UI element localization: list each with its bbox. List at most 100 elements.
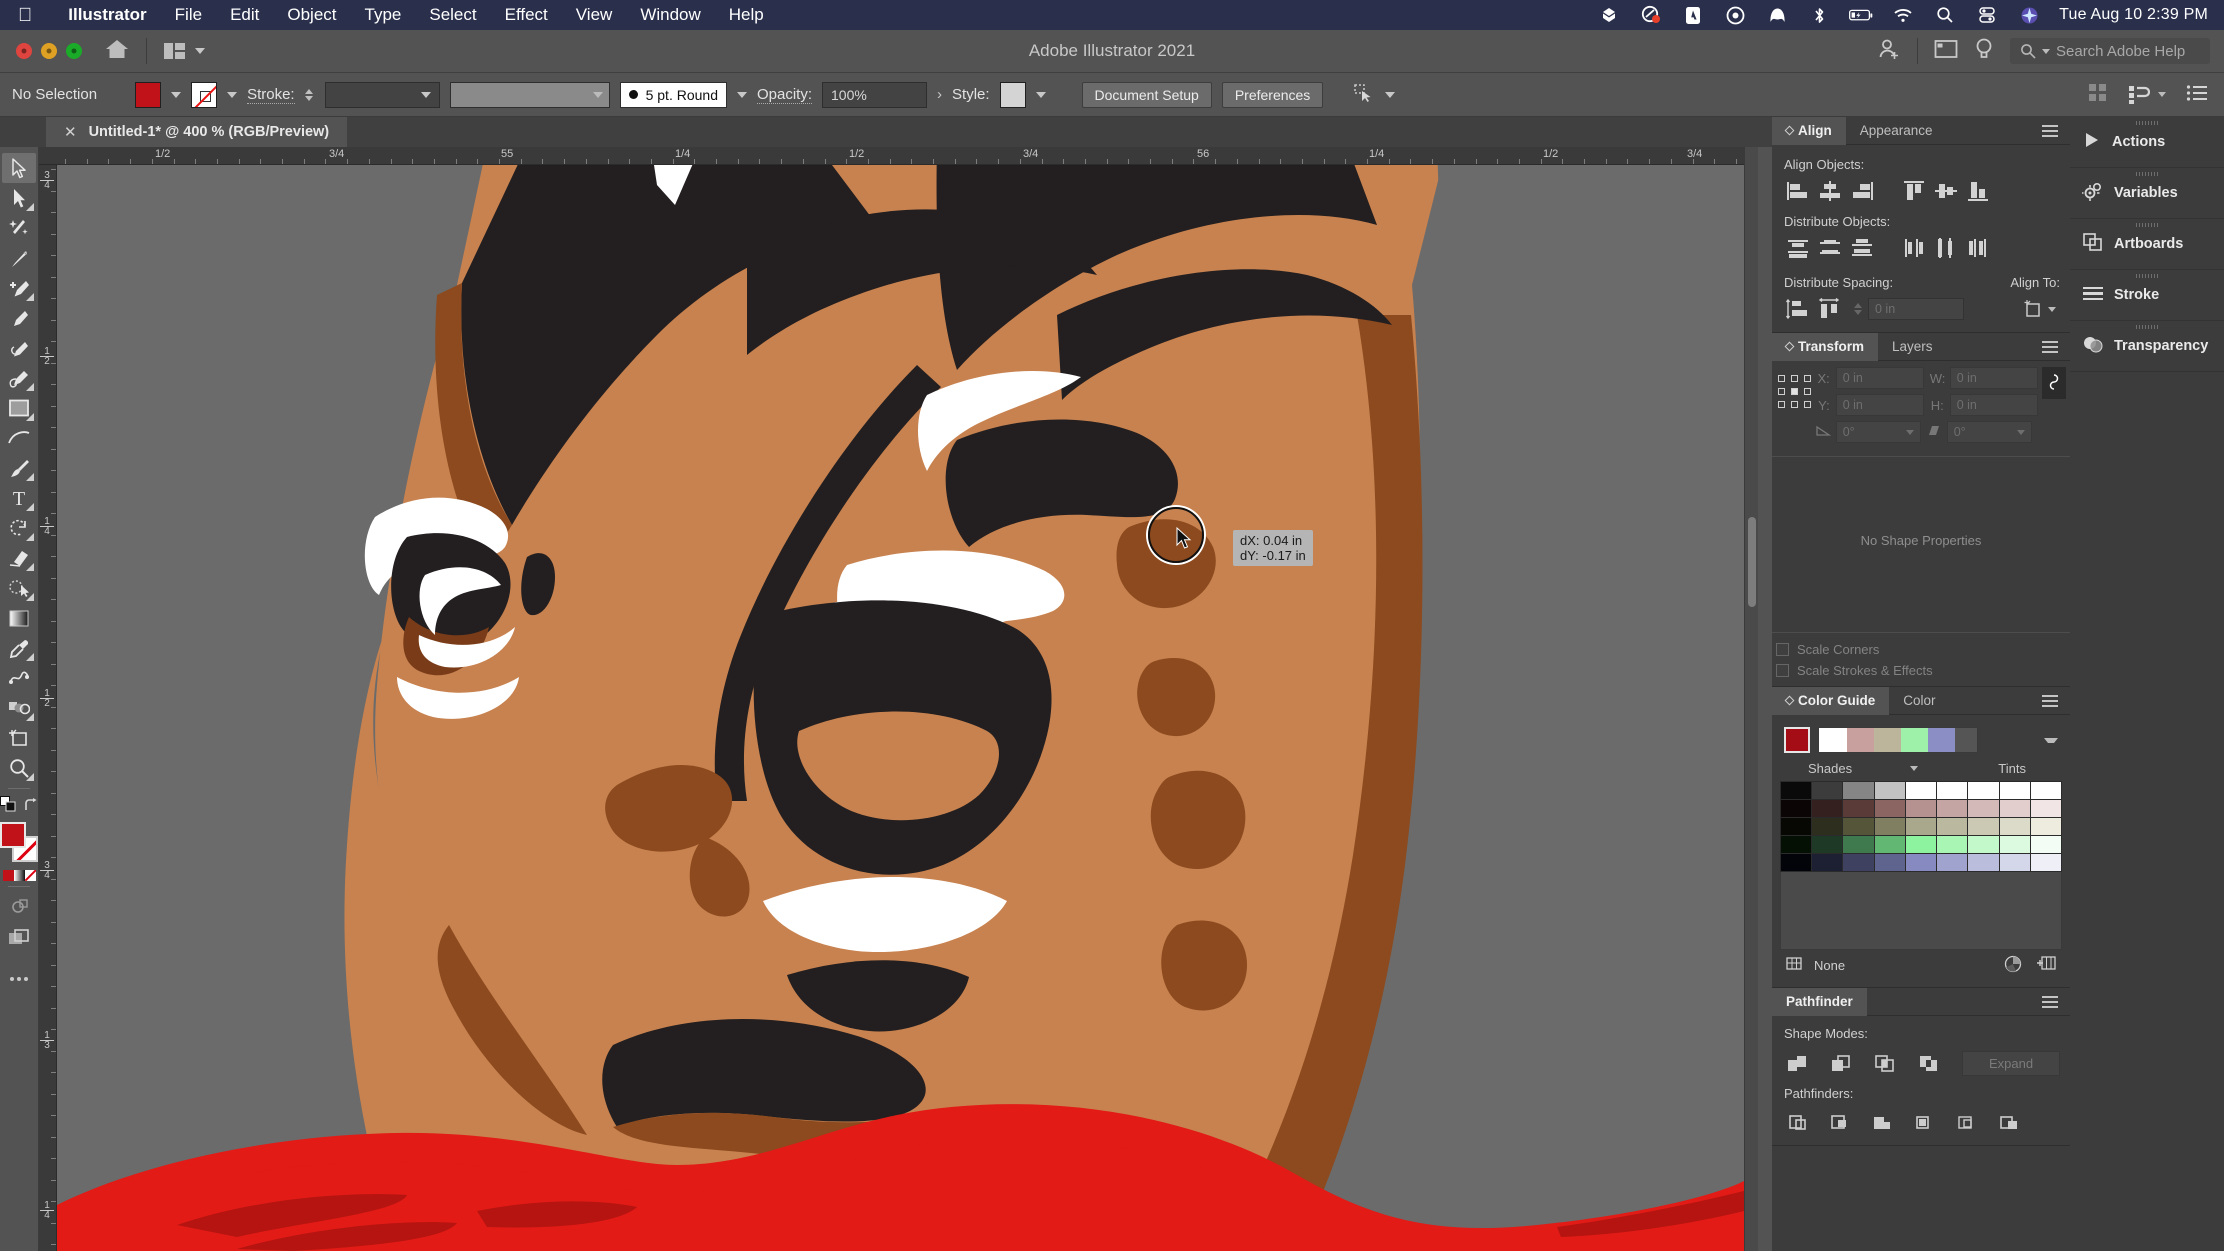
shape-builder-tool[interactable] <box>2 573 36 603</box>
arrange-documents-icon[interactable] <box>163 41 205 61</box>
reference-point-grid-icon[interactable] <box>1778 375 1811 409</box>
vertical-ruler[interactable]: 34 12 14 12 34 13 14 <box>39 165 57 1251</box>
edit-toolbar-ellipsis-icon[interactable] <box>2 964 36 994</box>
panel-collapse-icon[interactable] <box>1784 125 1795 136</box>
merge-icon[interactable] <box>1870 1111 1896 1135</box>
drag-grip-icon[interactable] <box>2136 223 2158 227</box>
scale-corners-checkbox[interactable] <box>1776 643 1789 656</box>
stroke-weight-stepper[interactable] <box>304 88 313 101</box>
menu-illustrator[interactable]: Illustrator <box>54 5 160 25</box>
variation-swatch[interactable] <box>1999 800 2030 817</box>
home-icon[interactable] <box>104 37 130 66</box>
chevron-down-icon[interactable] <box>195 48 205 54</box>
distribute-vertical-space-icon[interactable] <box>1782 296 1814 322</box>
y-input[interactable]: 0 in <box>1835 394 1924 416</box>
drag-grip-icon[interactable] <box>2136 172 2158 176</box>
help-search-input[interactable]: Search Adobe Help <box>2010 38 2210 64</box>
stroke-chevron-down-icon[interactable] <box>227 91 238 98</box>
harmony-swatch[interactable] <box>1819 728 1847 752</box>
variation-swatch[interactable] <box>1781 782 1812 799</box>
tab-pathfinder[interactable]: Pathfinder <box>1772 987 1867 1016</box>
variation-swatch[interactable] <box>1781 818 1812 835</box>
variation-swatch[interactable] <box>1999 836 2030 853</box>
discover-bulb-icon[interactable] <box>1974 37 1994 66</box>
account-add-icon[interactable] <box>1877 37 1901 66</box>
harmony-rule-chevron-down-icon[interactable] <box>2044 737 2058 743</box>
preferences-button[interactable]: Preferences <box>1221 81 1324 108</box>
scale-strokes-row[interactable]: Scale Strokes & Effects <box>1772 660 2070 686</box>
variation-swatch[interactable] <box>1968 818 1999 835</box>
dock-item-artboards[interactable]: Artboards <box>2070 219 2224 270</box>
rectangle-tool[interactable] <box>2 393 36 423</box>
stroke-color-swatch[interactable] <box>191 81 218 108</box>
outline-icon[interactable] <box>1954 1111 1980 1135</box>
close-tab-icon[interactable]: ✕ <box>64 123 77 141</box>
none-button[interactable] <box>24 870 36 881</box>
variation-swatch[interactable] <box>1937 782 1968 799</box>
variation-swatch[interactable] <box>1812 818 1843 835</box>
gradient-tool[interactable] <box>2 603 36 633</box>
variation-swatch[interactable] <box>2030 854 2061 871</box>
variation-swatch[interactable] <box>1905 800 1937 817</box>
graphic-style-swatch[interactable] <box>999 81 1026 108</box>
menu-type[interactable]: Type <box>351 5 416 25</box>
battery-charging-icon[interactable] <box>1849 5 1873 25</box>
dock-item-stroke[interactable]: Stroke <box>2070 270 2224 321</box>
variation-swatch[interactable] <box>1843 854 1874 871</box>
direct-selection-tool[interactable] <box>2 183 36 213</box>
variation-swatch[interactable] <box>1781 800 1812 817</box>
variation-swatch[interactable] <box>1874 800 1905 817</box>
adobe-creative-cloud-icon[interactable] <box>1681 5 1705 25</box>
chevron-down-icon[interactable] <box>1910 766 1919 771</box>
menu-edit[interactable]: Edit <box>216 5 273 25</box>
variation-swatch[interactable] <box>1874 782 1905 799</box>
exclude-icon[interactable] <box>1918 1052 1940 1076</box>
variation-swatch[interactable] <box>1843 836 1874 853</box>
base-color-swatch[interactable] <box>1784 727 1810 753</box>
selection-tool[interactable] <box>2 153 36 183</box>
document-setup-button[interactable]: Document Setup <box>1081 81 1212 108</box>
dropbox-icon[interactable] <box>1597 5 1621 25</box>
harmony-swatch[interactable] <box>1901 728 1928 752</box>
color-variations-grid[interactable] <box>1780 781 2062 872</box>
panel-options-icon[interactable] <box>2042 340 2070 353</box>
panel-collapse-icon[interactable] <box>1784 341 1795 352</box>
eraser-tool[interactable] <box>2 543 36 573</box>
w-input[interactable]: 0 in <box>1949 367 2038 389</box>
tab-layers[interactable]: Layers <box>1878 333 1947 361</box>
opacity-label[interactable]: Opacity: <box>756 86 813 104</box>
zoom-tool[interactable] <box>2 753 36 783</box>
save-color-group-icon[interactable] <box>2036 955 2056 976</box>
apple-logo-icon[interactable]:  <box>18 6 32 25</box>
variation-swatch[interactable] <box>1937 818 1968 835</box>
dock-item-transparency[interactable]: Transparency <box>2070 321 2224 372</box>
variation-swatch[interactable] <box>1843 800 1874 817</box>
shear-input[interactable]: 0° <box>1946 421 2032 443</box>
siri-icon[interactable] <box>2017 5 2041 25</box>
magic-wand-tool[interactable] <box>2 213 36 243</box>
workspace-switcher-icon[interactable] <box>1934 39 1958 64</box>
rotate-tool[interactable] <box>2 513 36 543</box>
panel-collapse-icon[interactable] <box>1784 695 1795 706</box>
control-center-icon[interactable] <box>1975 5 1999 25</box>
menu-window[interactable]: Window <box>626 5 714 25</box>
variation-swatch[interactable] <box>1968 800 1999 817</box>
tab-appearance[interactable]: Appearance <box>1846 117 1947 145</box>
variation-swatch[interactable] <box>1843 782 1874 799</box>
distribute-horizontal-left-icon[interactable] <box>1898 235 1930 261</box>
distribute-vertical-top-icon[interactable] <box>1782 235 1814 261</box>
chevron-down-icon[interactable] <box>2048 306 2056 312</box>
scale-corners-row[interactable]: Scale Corners <box>1772 639 2070 660</box>
paintbrush-tool[interactable] <box>2 453 36 483</box>
distribute-horizontal-center-icon[interactable] <box>1930 235 1962 261</box>
align-to-artboard-icon[interactable] <box>2023 299 2060 319</box>
symbol-sprayer-tool[interactable] <box>2 693 36 723</box>
variation-swatch[interactable] <box>2030 818 2061 835</box>
tab-align[interactable]: Align <box>1772 116 1846 145</box>
align-top-icon[interactable] <box>1898 178 1930 204</box>
variation-swatch[interactable] <box>1874 836 1905 853</box>
limit-colors-icon[interactable] <box>1786 956 1804 975</box>
bluetooth-icon[interactable] <box>1807 5 1831 25</box>
wifi-icon[interactable] <box>1891 5 1915 25</box>
scrollbar-thumb[interactable] <box>1748 517 1756 607</box>
